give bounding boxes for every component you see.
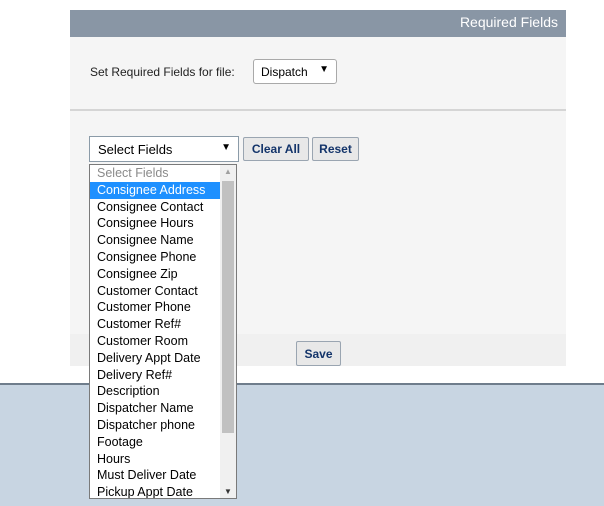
dropdown-option[interactable]: Must Deliver Date [90,467,227,484]
dropdown-option[interactable]: Customer Room [90,333,227,350]
scrollbar-thumb[interactable] [222,181,234,433]
dropdown-option[interactable]: Consignee Contact [90,199,227,216]
panel-header: Required Fields [70,10,566,37]
section-divider [70,109,566,111]
dropdown-options: Select Fields Consignee Address Consignee … [90,165,236,498]
dropdown-option[interactable]: Dispatcher phone [90,417,227,434]
clear-all-button[interactable]: Clear All [243,137,309,161]
save-button[interactable]: Save [296,341,341,366]
fields-select[interactable]: Select Fields ▼ [89,136,239,162]
dropdown-option[interactable]: Description [90,383,227,400]
chevron-down-icon: ▼ [221,142,231,153]
dropdown-option[interactable]: Footage [90,434,227,451]
dropdown-option[interactable]: Customer Contact [90,283,227,300]
file-select[interactable]: Dispatch ▼ [253,59,337,84]
dropdown-option[interactable]: Consignee Address [90,181,227,199]
dropdown-option[interactable]: Consignee Hours [90,215,227,232]
dropdown-option[interactable]: Delivery Ref# [90,367,227,384]
chevron-down-icon: ▼ [319,64,329,75]
fields-select-value: Select Fields [98,142,173,157]
file-select-value: Dispatch [261,65,308,79]
dropdown-option[interactable]: Hours [90,451,227,468]
panel-title: Required Fields [459,14,558,30]
file-select-label: Set Required Fields for file: [90,65,235,79]
fields-dropdown-list[interactable]: Select Fields Consignee Address Consignee … [89,164,237,499]
dropdown-option[interactable]: Customer Ref# [90,316,227,333]
dropdown-option[interactable]: Delivery Appt Date [90,350,227,367]
dropdown-scrollbar[interactable]: ▲ ▼ [220,165,236,498]
dropdown-option: Select Fields [97,166,169,180]
dropdown-option[interactable]: Consignee Phone [90,249,227,266]
reset-button[interactable]: Reset [312,137,359,161]
dropdown-option[interactable]: Pickup Appt Date [90,484,227,498]
dropdown-option[interactable]: Customer Phone [90,299,227,316]
scroll-down-icon[interactable]: ▼ [220,487,236,496]
dropdown-option[interactable]: Consignee Zip [90,266,227,283]
dropdown-option[interactable]: Dispatcher Name [90,400,227,417]
scroll-up-icon[interactable]: ▲ [220,167,236,176]
dropdown-option[interactable]: Consignee Name [90,232,227,249]
